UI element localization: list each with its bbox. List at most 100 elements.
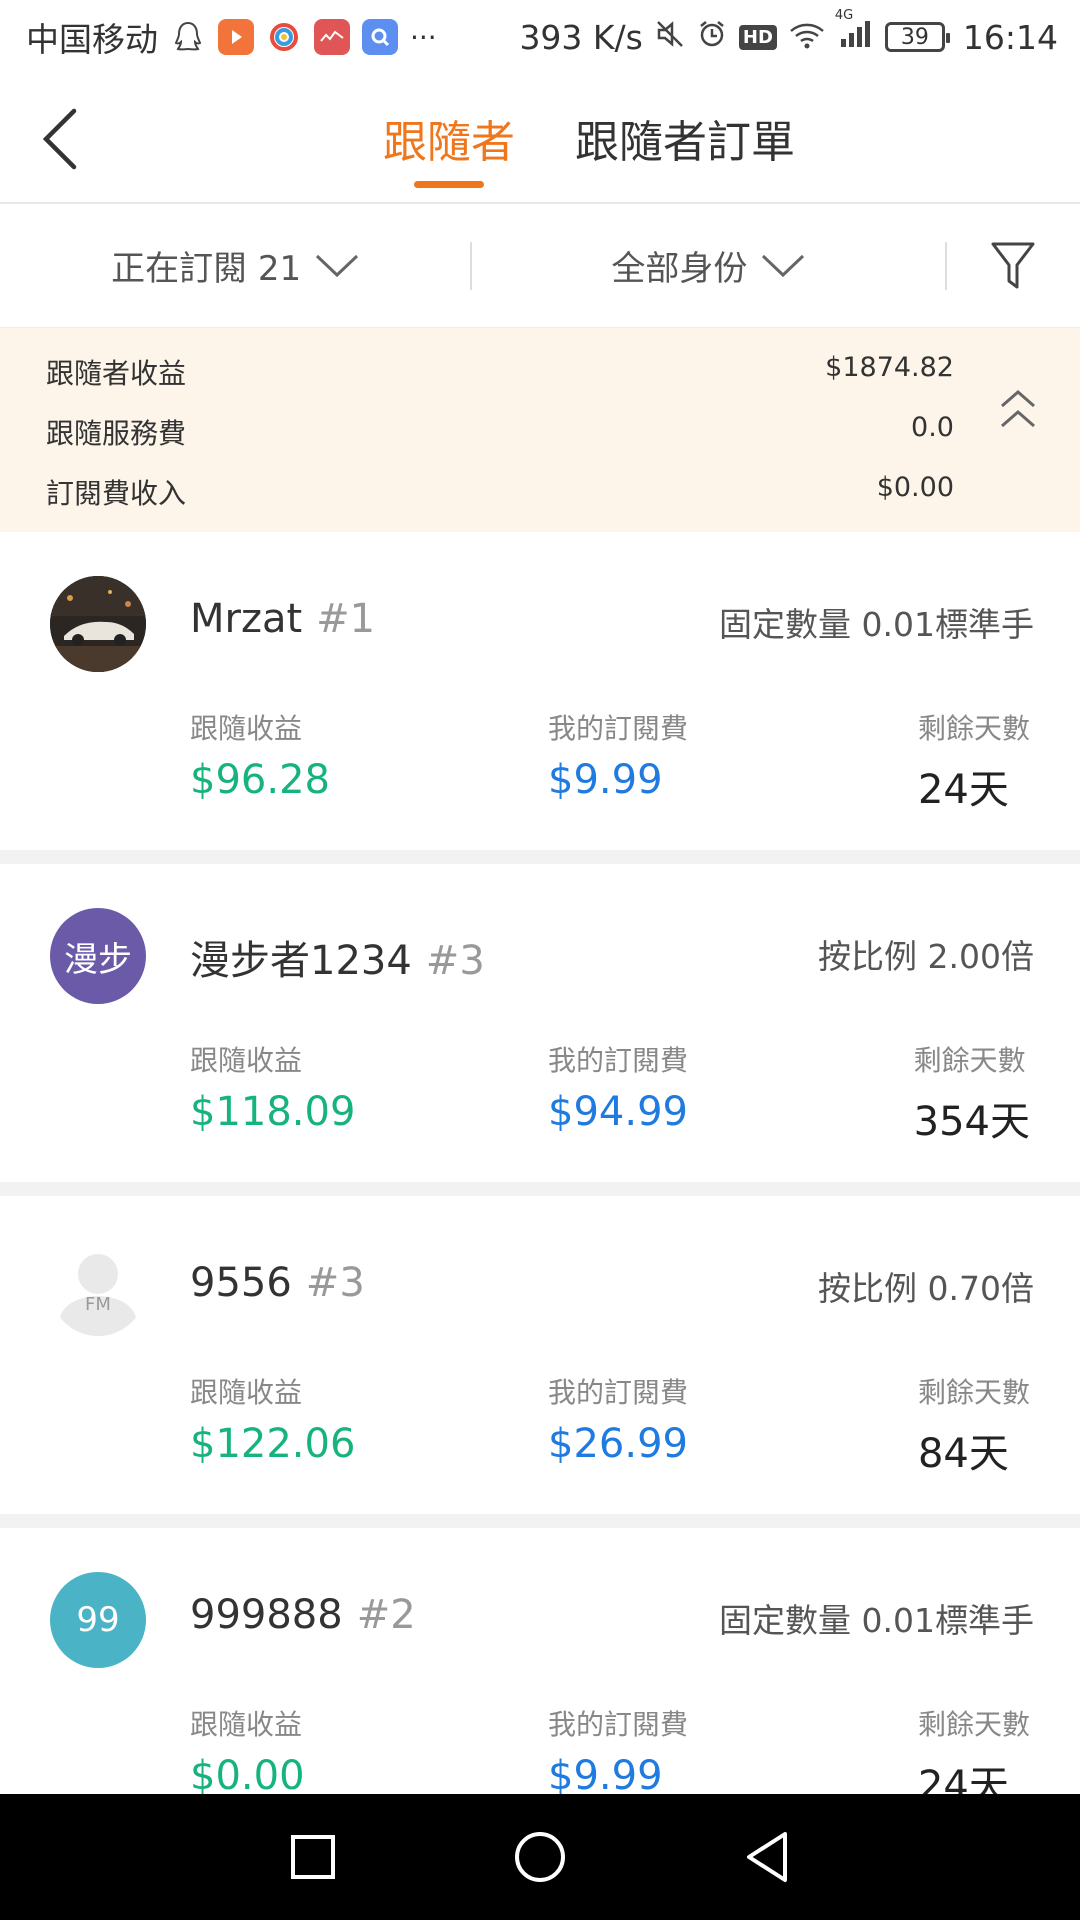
days-label: 剩餘天數 bbox=[917, 712, 1030, 745]
card-separator bbox=[0, 850, 1080, 864]
earnings-label: 跟隨收益 bbox=[190, 1044, 303, 1077]
days-label: 剩餘天數 bbox=[913, 1044, 1026, 1077]
days-value: 84天 bbox=[917, 1431, 1009, 1477]
fee-stat: 我的訂閱費 $9.99 bbox=[548, 1703, 688, 1794]
days-value: 24天 bbox=[917, 1763, 1009, 1794]
card-separator bbox=[0, 1182, 1080, 1196]
earnings-stat: 跟隨收益 $0.00 bbox=[190, 1703, 305, 1794]
follower-name: 9556 #3 bbox=[190, 1260, 365, 1306]
fee-value: $94.99 bbox=[548, 1089, 688, 1135]
filter-button[interactable] bbox=[947, 204, 1080, 328]
identity-filter-dropdown[interactable]: 全部身份 bbox=[472, 204, 944, 328]
collapse-button[interactable] bbox=[996, 384, 1040, 434]
subscription-filter-label: 正在訂閱 21 bbox=[111, 249, 302, 289]
summary-row: 訂閱費收入 $0.00 bbox=[46, 472, 954, 512]
fee-value: $9.99 bbox=[548, 757, 663, 803]
days-stat: 剩餘天數 354天 bbox=[914, 1039, 1030, 1147]
summary-row: 跟隨者收益 $1874.82 bbox=[46, 352, 954, 392]
avatar-text: FM bbox=[85, 1294, 111, 1315]
follower-rank: #1 bbox=[316, 596, 376, 642]
days-stat: 剩餘天數 84天 bbox=[918, 1371, 1030, 1479]
follower-card[interactable]: Mrzat #1 固定數量 0.01標準手 跟隨收益 $96.28 我的訂閱費 $… bbox=[0, 532, 1080, 850]
earnings-summary: 跟隨者收益 $1874.82 跟隨服務費 0.0 訂閱費收入 $0.00 bbox=[0, 328, 1080, 532]
triangle-back-icon bbox=[746, 1832, 787, 1882]
earnings-label: 跟隨收益 bbox=[190, 1708, 303, 1741]
home-button[interactable] bbox=[500, 1817, 580, 1897]
earnings-value: $96.28 bbox=[190, 757, 330, 803]
recent-apps-button[interactable] bbox=[273, 1817, 353, 1897]
earnings-stat: 跟隨收益 $96.28 bbox=[190, 707, 330, 803]
more-notifications-icon: ··· bbox=[410, 20, 437, 54]
follower-card[interactable]: FM 9556 #3 按比例 0.70倍 跟隨收益 $122.06 我的訂閱費 $… bbox=[0, 1196, 1080, 1514]
follower-name-text: 999888 bbox=[190, 1592, 343, 1638]
avatar-text: 99 bbox=[76, 1600, 120, 1640]
earnings-label: 跟隨收益 bbox=[190, 1376, 303, 1409]
tab-follower-orders[interactable]: 跟隨者訂單 bbox=[575, 74, 795, 202]
system-nav-bar bbox=[0, 1794, 1080, 1920]
car-photo-icon bbox=[50, 576, 146, 672]
system-back-button[interactable] bbox=[727, 1817, 807, 1897]
filter-bar: 正在訂閱 21 全部身份 bbox=[0, 204, 1080, 328]
fee-stat: 我的訂閱費 $26.99 bbox=[548, 1371, 688, 1467]
chevron-down-icon bbox=[316, 254, 359, 277]
status-bar-right: 393 K/s HD 4G 39 16:14 bbox=[519, 8, 1058, 57]
fee-label: 我的訂閱費 bbox=[548, 1044, 689, 1077]
signal-icon: 4G bbox=[835, 8, 873, 57]
avatar: 漫步 bbox=[50, 908, 146, 1004]
search-app-icon bbox=[362, 19, 398, 55]
fee-stat: 我的訂閱費 $94.99 bbox=[548, 1039, 688, 1135]
clock: 16:14 bbox=[962, 17, 1058, 57]
copy-mode: 按比例 0.70倍 bbox=[818, 1269, 1034, 1308]
earnings-stat: 跟隨收益 $122.06 bbox=[190, 1371, 355, 1467]
card-separator bbox=[0, 1514, 1080, 1528]
follower-card[interactable]: 漫步 漫步者1234 #3 按比例 2.00倍 跟隨收益 $118.09 我的訂閱… bbox=[0, 864, 1080, 1182]
square-icon bbox=[291, 1835, 336, 1879]
days-label: 剩餘天數 bbox=[917, 1708, 1030, 1741]
summary-row: 跟隨服務費 0.0 bbox=[46, 412, 954, 452]
chevron-down-icon bbox=[762, 254, 805, 277]
fee-stat: 我的訂閱費 $9.99 bbox=[548, 707, 688, 803]
summary-value: $1874.82 bbox=[825, 352, 954, 383]
earnings-value: $0.00 bbox=[190, 1753, 305, 1794]
default-user-icon bbox=[60, 1254, 136, 1336]
follower-name: 漫步者1234 #3 bbox=[190, 928, 485, 986]
tab-bar: 跟隨者 跟隨者訂單 bbox=[0, 74, 1080, 202]
summary-label: 訂閱費收入 bbox=[46, 477, 187, 510]
avatar: FM bbox=[50, 1240, 146, 1336]
follower-name-text: 9556 bbox=[190, 1260, 292, 1306]
identity-filter-label: 全部身份 bbox=[611, 249, 748, 289]
avatar-text: 漫步 bbox=[64, 939, 132, 980]
avatar bbox=[50, 576, 146, 672]
days-value: 354天 bbox=[913, 1099, 1030, 1145]
status-bar-left: 中国移动 ··· bbox=[26, 13, 437, 61]
follower-name-text: Mrzat bbox=[190, 596, 303, 642]
browser-app-icon bbox=[266, 19, 302, 55]
status-bar: 中国移动 ··· 393 K/s HD 4G 39 16:14 bbox=[0, 0, 1080, 74]
wifi-icon bbox=[789, 18, 825, 57]
fee-label: 我的訂閱費 bbox=[548, 1708, 689, 1741]
tab-followers[interactable]: 跟隨者 bbox=[383, 74, 515, 202]
tab-followers-label: 跟隨者 bbox=[383, 117, 515, 168]
days-stat: 剩餘天數 24天 bbox=[918, 1703, 1030, 1794]
fee-label: 我的訂閱費 bbox=[548, 712, 689, 745]
days-stat: 剩餘天數 24天 bbox=[918, 707, 1030, 815]
stock-app-icon bbox=[314, 19, 350, 55]
mute-icon bbox=[655, 18, 685, 57]
carrier-label: 中国移动 bbox=[26, 20, 158, 59]
video-app-icon bbox=[218, 19, 254, 55]
fee-label: 我的訂閱費 bbox=[548, 1376, 689, 1409]
summary-value: $0.00 bbox=[876, 472, 954, 503]
copy-mode: 按比例 2.00倍 bbox=[818, 937, 1034, 976]
fee-value: $9.99 bbox=[548, 1753, 663, 1794]
days-label: 剩餘天數 bbox=[917, 1376, 1030, 1409]
follower-card[interactable]: 99 999888 #2 固定數量 0.01標準手 跟隨收益 $0.00 我的訂閱… bbox=[0, 1528, 1080, 1794]
follower-rank: #3 bbox=[425, 938, 485, 984]
days-value: 24天 bbox=[917, 767, 1009, 813]
nav-bar: 跟隨者 跟隨者訂單 bbox=[0, 74, 1080, 204]
qq-icon bbox=[170, 19, 206, 55]
tab-follower-orders-label: 跟隨者訂單 bbox=[575, 117, 795, 168]
subscription-filter-dropdown[interactable]: 正在訂閱 21 bbox=[0, 204, 470, 328]
funnel-icon bbox=[991, 242, 1035, 288]
fee-value: $26.99 bbox=[548, 1421, 688, 1467]
copy-mode: 固定數量 0.01標準手 bbox=[719, 1601, 1034, 1640]
